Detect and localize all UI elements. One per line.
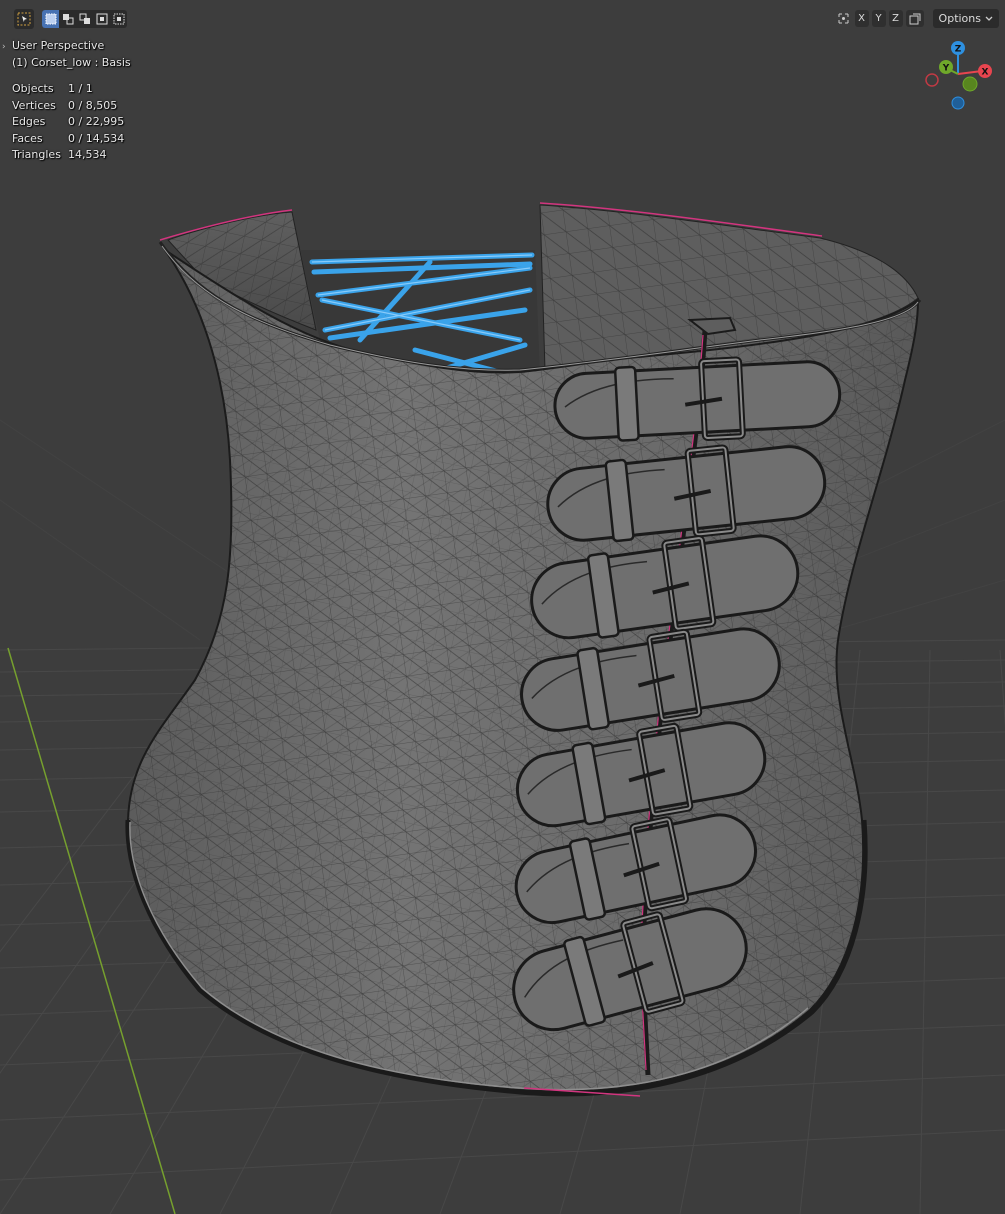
gizmo-x-label: X (982, 68, 989, 78)
view-perspective-label: User Perspective (12, 39, 105, 52)
stat-row: Edges 0 / 22,995 (12, 114, 131, 131)
gizmo-z-label: Z (955, 45, 962, 55)
stat-value: 1 / 1 (68, 82, 93, 95)
gizmo-y-label: Y (942, 64, 950, 74)
select-tool-button[interactable] (14, 9, 34, 29)
stat-row: Triangles 14,534 (12, 147, 131, 164)
stat-label: Objects (12, 82, 54, 95)
select-mode-set-icon (45, 13, 56, 25)
mirror-icon[interactable] (836, 10, 852, 27)
stat-label: Vertices (12, 98, 56, 112)
chevron-down-icon (985, 16, 993, 21)
select-mode-invert[interactable] (93, 10, 110, 28)
select-tool-icon (17, 12, 31, 26)
stat-label: Triangles (12, 148, 61, 161)
stat-row: Faces 0 / 14,534 (12, 131, 131, 148)
select-mode-intersect-icon (113, 13, 124, 25)
select-mode-set[interactable] (42, 10, 59, 28)
options-dropdown[interactable]: Options (932, 9, 999, 28)
mirror-x-toggle[interactable]: X (854, 10, 869, 27)
stat-value: 14,534 (68, 148, 107, 161)
select-mode-subtract-icon (79, 13, 90, 24)
scene-canvas[interactable] (0, 0, 1005, 1214)
select-mode-invert-icon (96, 13, 107, 25)
mirror-options: X Y Z Options (836, 9, 999, 28)
mirror-z-toggle[interactable]: Z (888, 10, 903, 27)
gizmo-neg-z[interactable] (951, 96, 965, 110)
scene-statistics: Objects 1 / 1 Vertices 0 / 8,505 Edges 0 / … (12, 81, 131, 164)
viewport-header: X Y Z Options (0, 0, 1005, 36)
stat-row: Vertices 0 / 8,505 (12, 98, 131, 115)
active-object-label: (1) Corset_low : Basis (12, 55, 131, 69)
select-mode-extend-icon (62, 14, 73, 25)
select-mode-group (42, 10, 127, 28)
options-label: Options (938, 12, 981, 25)
stat-value: 0 / 22,995 (68, 115, 125, 128)
stat-label: Faces (12, 131, 43, 145)
stat-label: Edges (12, 115, 46, 128)
navigation-gizmo[interactable]: Z X Y (918, 38, 998, 114)
select-mode-extend[interactable] (59, 10, 76, 28)
gizmo-neg-y[interactable] (962, 76, 978, 92)
select-mode-intersect[interactable] (110, 10, 127, 28)
3d-viewport[interactable]: X Y Z Options › User Perspective (1) Cor… (0, 0, 1005, 1214)
mirror-y-toggle[interactable]: Y (871, 10, 886, 27)
gizmo-neg-x[interactable] (925, 73, 939, 87)
stat-row: Objects 1 / 1 (12, 81, 131, 98)
toolbar-expand-icon[interactable]: › (2, 42, 6, 52)
y-axis-line (7, 647, 176, 1214)
stat-value: 0 / 14,534 (68, 131, 125, 145)
viewport-info-overlay: User Perspective (1) Corset_low : Basis … (12, 38, 131, 164)
overlay-options-icon[interactable] (905, 10, 924, 27)
select-mode-subtract[interactable] (76, 10, 93, 28)
stat-value: 0 / 8,505 (68, 98, 118, 112)
